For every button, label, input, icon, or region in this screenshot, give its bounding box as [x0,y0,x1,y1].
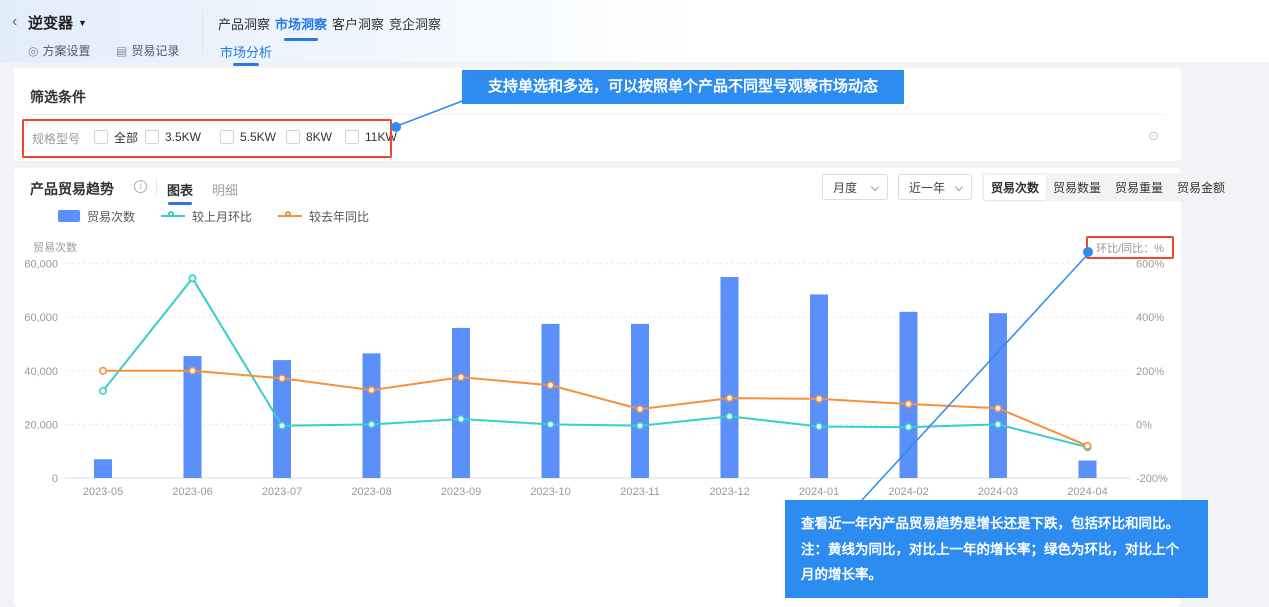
svg-text:2023-12: 2023-12 [709,486,749,498]
checkbox-label: 5.5KW [240,130,276,144]
svg-text:200%: 200% [1136,366,1164,378]
reset-filter-icon[interactable]: ⊙ [1148,128,1159,144]
svg-text:2024-02: 2024-02 [888,486,928,498]
period-select-value: 月度 [833,179,857,196]
trade-records-button[interactable]: ▤ 贸易记录 [116,42,179,59]
svg-text:2023-07: 2023-07 [262,486,302,498]
svg-text:80,000: 80,000 [24,259,58,271]
svg-text:40,000: 40,000 [24,366,58,378]
tab-product-insight[interactable]: 产品洞察 [216,14,272,33]
trend-chart: 贸易次数 80,000 600% 60,000 400% 40,000 200% 20,000… [14,230,1181,520]
checkbox-label: 11KW [365,130,397,144]
metric-trade-count-button[interactable]: 贸易次数 [984,175,1046,200]
checkbox-icon [145,130,159,144]
metric-button-group: 贸易次数 贸易数量 贸易重量 贸易金额 [982,173,1234,201]
header-divider [202,12,203,52]
legend-label: 贸易次数 [87,208,135,225]
svg-text:2023-05: 2023-05 [83,486,123,498]
back-icon[interactable]: ‹ [12,13,17,31]
trade-records-label: 贸易记录 [131,44,179,58]
svg-text:2024-04: 2024-04 [1067,486,1107,498]
top-header: ‹ 逆变器 ▼ ◎ 方案设置 ▤ 贸易记录 产品洞察 市场洞察 客户洞察 竞企洞察 市… [0,0,1269,63]
annotation-dot [391,122,401,132]
target-icon: ◎ [28,44,38,58]
checkbox-label: 3.5KW [165,130,201,144]
checkbox-icon [220,130,234,144]
tab-competitor-insight[interactable]: 竞企洞察 [387,14,443,33]
tab-market-insight[interactable]: 市场洞察 [273,14,329,33]
range-select-value: 近一年 [909,179,945,196]
tab-customer-insight[interactable]: 客户洞察 [330,14,386,33]
svg-text:2023-11: 2023-11 [620,486,660,498]
svg-text:-200%: -200% [1136,473,1168,485]
range-select[interactable]: 近一年 [898,174,972,200]
annotation-dot [1083,247,1093,257]
checkbox-5-5kw[interactable]: 5.5KW [220,127,276,147]
bar-swatch-icon [58,210,80,222]
svg-text:2024-01: 2024-01 [799,486,839,498]
legend-label: 较上月环比 [192,208,252,225]
scheme-settings-label: 方案设置 [42,44,90,58]
svg-text:20,000: 20,000 [24,419,58,431]
svg-text:2024-03: 2024-03 [978,486,1018,498]
legend-yoy[interactable]: 较去年同比 [278,208,369,225]
line-marker-icon [161,215,185,217]
period-select[interactable]: 月度 [822,174,888,200]
svg-text:2023-09: 2023-09 [441,486,481,498]
legend-mom[interactable]: 较上月环比 [161,208,252,225]
document-icon: ▤ [116,44,127,58]
svg-text:600%: 600% [1136,259,1164,271]
trend-tooltip: 查看近一年内产品贸易趋势是增长还是下跌，包括环比和同比。注：黄线为同比，对比上一… [785,500,1208,598]
chart-legend: 贸易次数 较上月环比 较去年同比 [58,208,395,224]
checkbox-8kw[interactable]: 8KW [286,127,332,147]
svg-text:2023-06: 2023-06 [172,486,212,498]
line-marker-icon [278,215,302,217]
svg-text:2023-10: 2023-10 [530,486,570,498]
divider [30,114,1165,115]
svg-text:0: 0 [52,473,58,485]
checkbox-icon [286,130,300,144]
checkbox-11kw[interactable]: 11KW [345,127,397,147]
metric-trade-quantity-button[interactable]: 贸易数量 [1046,175,1108,200]
chevron-down-icon [955,183,963,191]
svg-text:400%: 400% [1136,312,1164,324]
divider [156,179,157,195]
svg-text:0%: 0% [1136,419,1152,431]
metric-trade-weight-button[interactable]: 贸易重量 [1108,175,1170,200]
spec-model-label: 规格型号 [32,130,80,147]
checkbox-label: 全部 [114,129,138,146]
view-tab-chart[interactable]: 图表 [167,180,193,199]
checkbox-icon [94,130,108,144]
legend-label: 较去年同比 [309,208,369,225]
checkbox-icon [345,130,359,144]
metric-trade-amount-button[interactable]: 贸易金额 [1170,175,1232,200]
svg-text:60,000: 60,000 [24,312,58,324]
chevron-down-icon [871,183,879,191]
trend-title: 产品贸易趋势 [30,179,114,199]
svg-text:贸易次数: 贸易次数 [33,240,77,254]
checkbox-3-5kw[interactable]: 3.5KW [145,127,201,147]
checkbox-all[interactable]: 全部 [94,127,138,147]
view-tab-detail[interactable]: 明细 [212,180,238,199]
caret-down-icon: ▼ [78,18,87,28]
scheme-settings-button[interactable]: ◎ 方案设置 [28,42,91,59]
checkbox-label: 8KW [306,130,332,144]
page-title[interactable]: 逆变器 ▼ [28,12,87,33]
svg-text:2023-08: 2023-08 [351,486,391,498]
filter-title: 筛选条件 [30,87,86,107]
subtab-market-analysis[interactable]: 市场分析 [216,42,276,61]
legend-trade-count[interactable]: 贸易次数 [58,208,135,225]
page-title-text: 逆变器 [28,15,73,32]
info-icon[interactable]: i [134,180,147,193]
filter-tooltip: 支持单选和多选，可以按照单个产品不同型号观察市场动态 [462,70,904,104]
